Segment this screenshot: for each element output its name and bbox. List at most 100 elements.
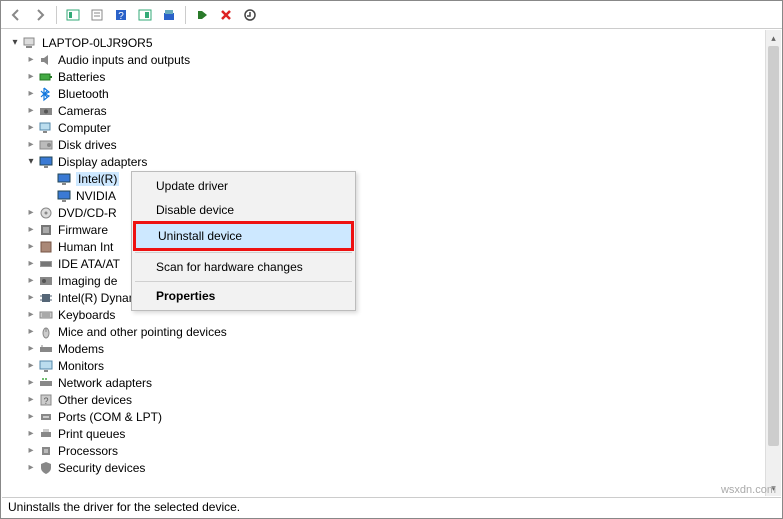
tree-category[interactable]: Human Int [2,238,781,255]
tree-category[interactable]: Mice and other pointing devices [2,323,781,340]
audio-icon [38,52,54,68]
enable-button[interactable] [191,4,213,26]
tree-device[interactable]: Intel(R) [2,170,781,187]
expand-arrow[interactable] [24,445,38,456]
ctx-highlight: Uninstall device [133,221,354,251]
action-button[interactable] [239,4,261,26]
keyboard-icon [38,307,54,323]
ctx-disable-device[interactable]: Disable device [134,198,353,222]
expand-arrow[interactable] [24,292,38,303]
tree-category[interactable]: Modems [2,340,781,357]
expand-arrow[interactable] [24,54,38,65]
expand-arrow[interactable] [8,37,22,48]
security-icon [38,460,54,476]
expand-arrow[interactable] [24,105,38,116]
mouse-icon [38,324,54,340]
expand-arrow[interactable] [24,241,38,252]
tree-device[interactable]: NVIDIA [2,187,781,204]
tree-category[interactable]: ?Other devices [2,391,781,408]
ctx-update-driver[interactable]: Update driver [134,174,353,198]
chip-icon [38,290,54,306]
expand-arrow[interactable] [24,224,38,235]
tree-item-label: Computer [58,121,111,135]
bluetooth-icon [38,86,54,102]
tree-root[interactable]: LAPTOP-0LJR9OR5 [2,34,781,51]
tree-item-label: Bluetooth [58,87,109,101]
tree-category[interactable]: Firmware [2,221,781,238]
show-hidden-button[interactable] [62,4,84,26]
tree-category[interactable]: Intel(R) Dynamic Platform and Thermal Fr… [2,289,781,306]
expand-arrow[interactable] [24,88,38,99]
forward-button[interactable] [29,4,51,26]
expand-arrow[interactable] [24,394,38,405]
back-button[interactable] [5,4,27,26]
tree-item-label: Print queues [58,427,125,441]
expand-arrow[interactable] [24,275,38,286]
tree-category[interactable]: Network adapters [2,374,781,391]
computer-root-icon [22,35,38,51]
tree-item-label: Disk drives [58,138,117,152]
tree-item-label: NVIDIA [76,189,116,203]
display-icon [56,188,72,204]
tree-category[interactable]: Cameras [2,102,781,119]
tree-category[interactable]: Audio inputs and outputs [2,51,781,68]
expand-arrow[interactable] [24,411,38,422]
expand-arrow[interactable] [24,428,38,439]
tree-item-label: Display adapters [58,155,147,169]
tree-category[interactable]: Computer [2,119,781,136]
vertical-scrollbar[interactable]: ▴ ▾ [765,30,781,496]
tree-item-label: Imaging de [58,274,117,288]
ctx-separator [135,281,352,282]
tree-item-label: Modems [58,342,104,356]
expand-arrow[interactable] [24,139,38,150]
tree-category[interactable]: DVD/CD-R [2,204,781,221]
tree-category[interactable]: Security devices [2,459,781,476]
update-driver-button[interactable] [158,4,180,26]
expand-arrow[interactable] [24,343,38,354]
other-icon: ? [38,392,54,408]
tree-category[interactable]: Disk drives [2,136,781,153]
ctx-properties[interactable]: Properties [134,284,353,308]
scroll-thumb[interactable] [768,46,779,446]
expand-arrow[interactable] [24,258,38,269]
expand-arrow[interactable] [24,156,38,167]
cpu-icon [38,443,54,459]
tree-category[interactable]: Display adapters [2,153,781,170]
toolbar-separator [56,6,57,24]
ctx-scan-hardware[interactable]: Scan for hardware changes [134,255,353,279]
expand-arrow[interactable] [24,326,38,337]
tree-category[interactable]: Keyboards [2,306,781,323]
tree-category[interactable]: Imaging de [2,272,781,289]
scan-button[interactable] [134,4,156,26]
expand-arrow[interactable] [24,207,38,218]
tree-item-label: Mice and other pointing devices [58,325,227,339]
firmware-icon [38,222,54,238]
display-icon [56,171,72,187]
tree-category[interactable]: IDE ATA/AT [2,255,781,272]
scroll-up-button[interactable]: ▴ [766,30,781,46]
expand-arrow[interactable] [24,462,38,473]
disk-icon [38,137,54,153]
tree-item-label: Batteries [58,70,105,84]
tree-category[interactable]: Print queues [2,425,781,442]
device-tree[interactable]: LAPTOP-0LJR9OR5Audio inputs and outputs B… [2,30,781,476]
tree-item-label: DVD/CD-R [58,206,117,220]
expand-arrow[interactable] [24,360,38,371]
expand-arrow[interactable] [24,71,38,82]
tree-item-label: IDE ATA/AT [58,257,120,271]
toolbar: ? [1,1,782,29]
tree-category[interactable]: Batteries [2,68,781,85]
expand-arrow[interactable] [24,377,38,388]
uninstall-button[interactable] [215,4,237,26]
expand-arrow[interactable] [24,122,38,133]
tree-category[interactable]: Ports (COM & LPT) [2,408,781,425]
tree-category[interactable]: Monitors [2,357,781,374]
ctx-uninstall-device[interactable]: Uninstall device [136,224,351,248]
watermark: wsxdn.com [721,484,776,496]
expand-arrow[interactable] [24,309,38,320]
help-button[interactable]: ? [110,4,132,26]
tree-category[interactable]: Processors [2,442,781,459]
properties-button[interactable] [86,4,108,26]
tree-category[interactable]: Bluetooth [2,85,781,102]
dvd-icon [38,205,54,221]
